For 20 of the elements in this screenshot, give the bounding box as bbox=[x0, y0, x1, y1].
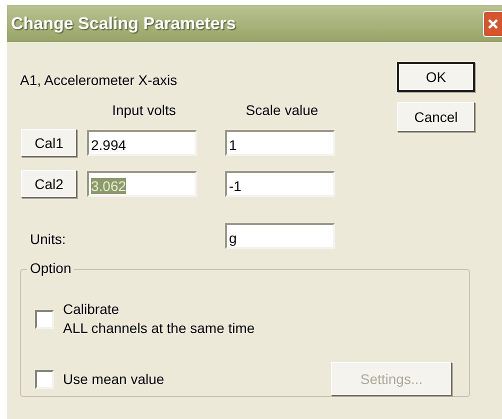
input-field[interactable]: g bbox=[225, 223, 335, 249]
column-header: Input volts bbox=[111, 102, 177, 118]
input-field[interactable]: -1 bbox=[225, 171, 335, 197]
close-icon bbox=[488, 18, 498, 28]
close-button[interactable] bbox=[483, 10, 502, 36]
ok-button[interactable]: OK bbox=[397, 62, 475, 92]
calibrate-button[interactable]: Cal2 bbox=[21, 170, 77, 198]
checkbox-label: Use mean value bbox=[63, 370, 164, 388]
input-field[interactable]: 1 bbox=[225, 130, 335, 156]
checkbox[interactable] bbox=[35, 370, 54, 388]
window-title: Change Scaling Parameters bbox=[11, 14, 237, 34]
input-field[interactable]: 2.994 bbox=[87, 130, 197, 156]
units-label: Units: bbox=[29, 231, 67, 249]
calibrate-button[interactable]: Cal1 bbox=[21, 129, 77, 157]
channel-label: A1, Accelerometer X-axis bbox=[20, 72, 178, 90]
checkbox[interactable] bbox=[35, 310, 54, 328]
cancel-button[interactable]: Cancel bbox=[397, 102, 475, 132]
column-header: Scale value bbox=[244, 102, 320, 118]
group-legend: Option bbox=[27, 260, 74, 276]
checkbox-label: Calibrate ALL channels at the same time bbox=[63, 300, 255, 338]
